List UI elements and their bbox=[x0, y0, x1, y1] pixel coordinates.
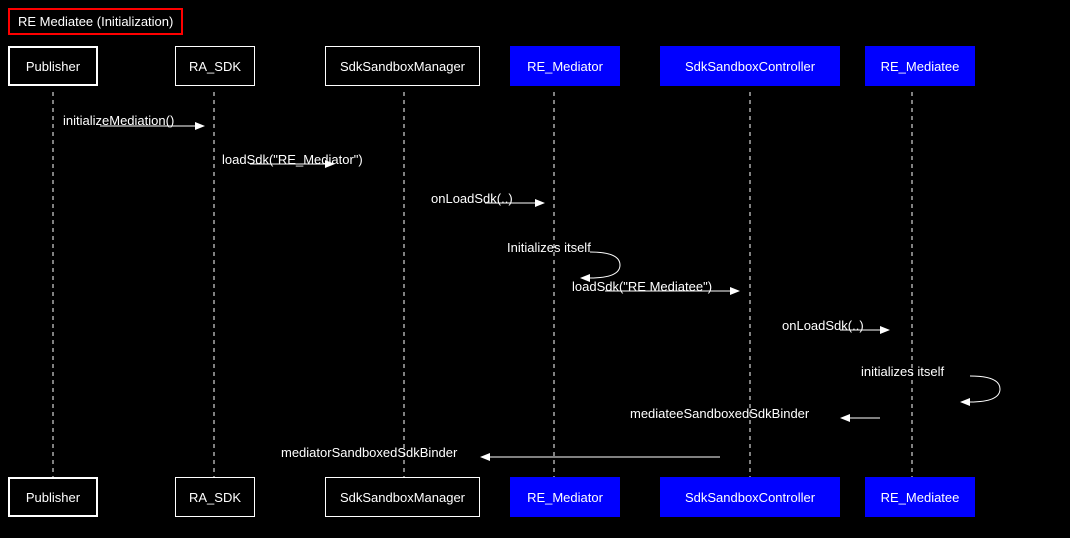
publisher-top-label: Publisher bbox=[26, 59, 80, 74]
sdk-sandbox-controller-bottom-box: SdkSandboxController bbox=[660, 477, 840, 517]
re-mediator-bottom-box: RE_Mediator bbox=[510, 477, 620, 517]
ra-sdk-bottom-box: RA_SDK bbox=[175, 477, 255, 517]
sdk-sandbox-manager-bottom-box: SdkSandboxManager bbox=[325, 477, 480, 517]
re-mediator-top-box: RE_Mediator bbox=[510, 46, 620, 86]
sdk-sandbox-manager-top-box: SdkSandboxManager bbox=[325, 46, 480, 86]
re-mediatee-bottom-box: RE_Mediatee bbox=[865, 477, 975, 517]
publisher-bottom-label: Publisher bbox=[26, 490, 80, 505]
publisher-top-box: Publisher bbox=[8, 46, 98, 86]
msg-on-load-sdk-2: onLoadSdk(..) bbox=[782, 318, 864, 333]
re-mediator-bottom-label: RE_Mediator bbox=[527, 490, 603, 505]
re-mediatee-top-box: RE_Mediatee bbox=[865, 46, 975, 86]
msg-load-sdk-re-mediatee: loadSdk("RE Mediatee") bbox=[572, 279, 712, 294]
msg-initializes-itself: Initializes itself bbox=[507, 240, 591, 255]
diagram-container: RE Mediatee (Initialization) Publisher R… bbox=[0, 0, 1070, 538]
sdk-sandbox-controller-top-label: SdkSandboxController bbox=[685, 59, 815, 74]
msg-load-sdk-re-mediator: loadSdk("RE_Mediator") bbox=[222, 152, 363, 167]
re-mediatee-bottom-label: RE_Mediatee bbox=[881, 490, 960, 505]
msg-mediatee-sandboxed-sdk-binder: mediateeSandboxedSdkBinder bbox=[630, 406, 809, 421]
publisher-bottom-box: Publisher bbox=[8, 477, 98, 517]
sdk-sandbox-manager-top-label: SdkSandboxManager bbox=[340, 59, 465, 74]
title-label: RE Mediatee (Initialization) bbox=[18, 14, 173, 29]
msg-on-load-sdk-1: onLoadSdk(..) bbox=[431, 191, 513, 206]
sdk-sandbox-controller-top-box: SdkSandboxController bbox=[660, 46, 840, 86]
msg-mediator-sandboxed-sdk-binder: mediatorSandboxedSdkBinder bbox=[281, 445, 457, 460]
ra-sdk-top-box: RA_SDK bbox=[175, 46, 255, 86]
ra-sdk-top-label: RA_SDK bbox=[189, 59, 241, 74]
title-box: RE Mediatee (Initialization) bbox=[8, 8, 183, 35]
sdk-sandbox-controller-bottom-label: SdkSandboxController bbox=[685, 490, 815, 505]
msg-initialize-mediation: initializeMediation() bbox=[63, 113, 174, 128]
sdk-sandbox-manager-bottom-label: SdkSandboxManager bbox=[340, 490, 465, 505]
re-mediator-top-label: RE_Mediator bbox=[527, 59, 603, 74]
re-mediatee-top-label: RE_Mediatee bbox=[881, 59, 960, 74]
msg-initializes-itself-2: initializes itself bbox=[861, 364, 944, 379]
ra-sdk-bottom-label: RA_SDK bbox=[189, 490, 241, 505]
